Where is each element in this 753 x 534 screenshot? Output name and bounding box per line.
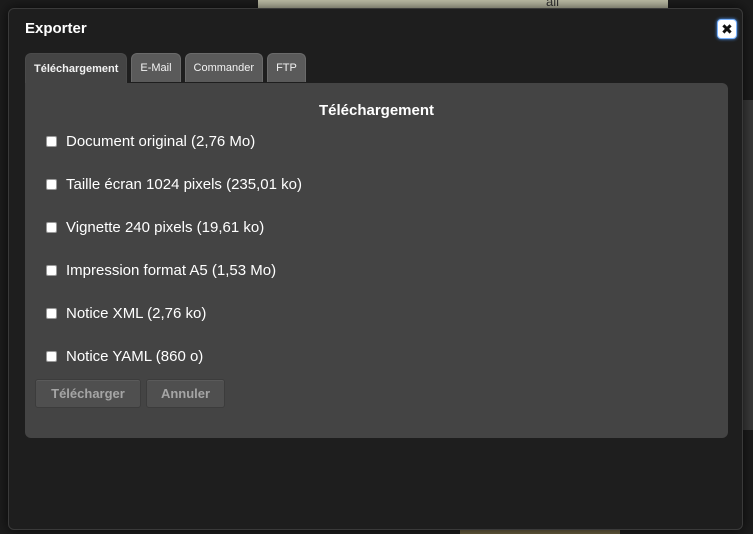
option-label: Notice XML (2,76 ko) <box>66 304 207 322</box>
option-impression-a5[interactable]: Impression format A5 (1,53 Mo) <box>46 260 276 280</box>
checkbox[interactable] <box>46 221 57 233</box>
tab-bar: Téléchargement E-Mail Commander FTP <box>25 53 306 83</box>
download-button[interactable]: Télécharger <box>35 379 141 408</box>
tab-email[interactable]: E-Mail <box>131 53 181 82</box>
tab-label: Commander <box>193 62 255 74</box>
option-notice-xml[interactable]: Notice XML (2,76 ko) <box>46 303 206 323</box>
option-label: Notice YAML (860 o) <box>66 347 204 365</box>
dialog-title: Exporter <box>25 20 87 37</box>
tab-telechargement[interactable]: Téléchargement <box>25 53 128 83</box>
option-document-original[interactable]: Document original (2,76 Mo) <box>46 131 255 151</box>
tab-commander[interactable]: Commander <box>184 53 264 82</box>
close-button[interactable]: ✖ <box>717 19 737 39</box>
option-label: Document original (2,76 Mo) <box>66 132 256 150</box>
option-label: Impression format A5 (1,53 Mo) <box>66 261 277 279</box>
option-notice-yaml[interactable]: Notice YAML (860 o) <box>46 346 203 366</box>
checkbox[interactable] <box>46 350 57 362</box>
tab-label: E-Mail <box>140 62 172 74</box>
option-label: Taille écran 1024 pixels (235,01 ko) <box>66 175 302 193</box>
panel-title: Téléchargement <box>318 102 435 119</box>
option-vignette[interactable]: Vignette 240 pixels (19,61 ko) <box>46 217 264 237</box>
tab-label: FTP <box>276 62 297 74</box>
checkbox[interactable] <box>46 264 57 276</box>
checkbox[interactable] <box>46 307 57 319</box>
option-taille-ecran[interactable]: Taille écran 1024 pixels (235,01 ko) <box>46 174 302 194</box>
close-icon: ✖ <box>721 21 733 37</box>
checkbox[interactable] <box>46 135 57 147</box>
tab-ftp[interactable]: FTP <box>267 53 306 82</box>
download-panel: Téléchargement Document original (2,76 M… <box>25 83 728 438</box>
export-dialog: Exporter ✖ Téléchargement E-Mail Command… <box>8 8 743 530</box>
option-label: Vignette 240 pixels (19,61 ko) <box>66 218 265 236</box>
cancel-button[interactable]: Annuler <box>146 379 225 408</box>
tab-label: Téléchargement <box>34 63 119 75</box>
checkbox[interactable] <box>46 178 57 190</box>
